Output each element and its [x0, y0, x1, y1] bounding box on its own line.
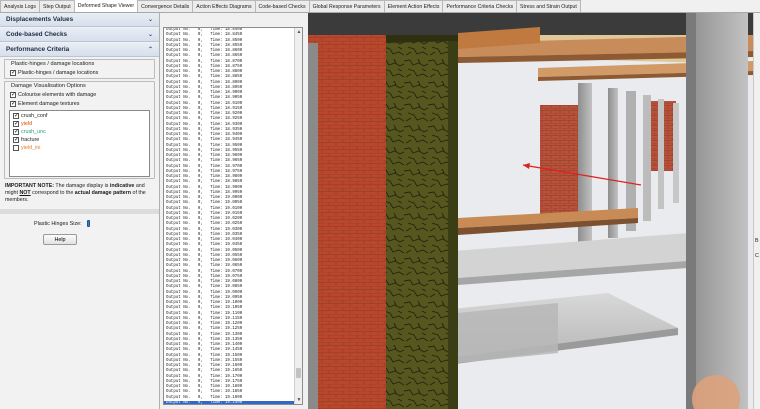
- tab-action-effects-diagrams[interactable]: Action Effects Diagrams: [192, 0, 256, 12]
- plastic-hinges-size-slider[interactable]: [86, 220, 90, 227]
- checkbox-checked-icon[interactable]: [10, 69, 16, 76]
- checkbox-unchecked-icon[interactable]: [13, 145, 19, 151]
- plastic-hinges-size-row: Plastic Hinges Size:: [0, 220, 159, 227]
- important-note: IMPORTANT NOTE: The damage display is in…: [0, 181, 159, 206]
- element-textures-checkbox-label: Element damage textures: [18, 100, 80, 107]
- code-checks-header[interactable]: Code-based Checks ⌄: [0, 28, 159, 42]
- tab-code-based-checks[interactable]: Code-based Checks: [254, 0, 310, 12]
- divider: [0, 209, 159, 214]
- scroll-down-icon[interactable]: ▼: [295, 396, 302, 404]
- tab-element-action-effects[interactable]: Element Action Effects: [383, 0, 444, 12]
- damage-type-label: crush_conf: [21, 113, 48, 119]
- checkbox-checked-icon[interactable]: [13, 136, 19, 143]
- note-prefix: IMPORTANT NOTE:: [5, 183, 55, 189]
- note-actual: actual damage pattern: [74, 190, 132, 196]
- side-label-2: C: [755, 253, 759, 259]
- damage-types-list[interactable]: crush_confyield crush_unc fracture yield_in…: [9, 110, 150, 177]
- chevron-down-icon: ⌄: [147, 32, 153, 38]
- performance-criteria-title: Performance Criteria: [6, 46, 70, 53]
- tab-bar: Analysis Logs Step Output Deformed Shape V…: [0, 0, 760, 13]
- checkbox-checked-icon[interactable]: [10, 100, 16, 107]
- note-text-3: correspond to the: [30, 190, 75, 196]
- output-scrollbar[interactable]: ▲ ▼: [294, 28, 302, 404]
- damage-type-yield-ini[interactable]: yield_ini: [11, 144, 148, 152]
- hinges-checkbox-label: Plastic-hinges / damage locations: [18, 69, 99, 76]
- note-text-1: The damage display is: [54, 183, 110, 189]
- damage-type-label: fracture: [21, 137, 40, 143]
- hinges-group-title: Plastic-hinges / damage locations: [11, 61, 95, 67]
- side-label-1: B: [755, 238, 759, 244]
- help-button[interactable]: Help: [43, 234, 77, 245]
- code-checks-title: Code-based Checks: [6, 31, 68, 38]
- performance-criteria-header[interactable]: Performance Criteria ⌃: [0, 43, 159, 57]
- colourise-checkbox[interactable]: Colourise elements with damage: [5, 90, 154, 99]
- checkbox-checked-icon[interactable]: [13, 112, 19, 119]
- tab-step-output[interactable]: Step Output: [39, 0, 75, 12]
- output-lines: Output No. 0, Time: 18.8400 Output No. 0,…: [164, 28, 302, 404]
- chevron-down-icon: ⌄: [147, 17, 153, 23]
- left-panel: Displacements Values ⌄ Code-based Checks…: [0, 13, 160, 409]
- plastic-hinges-size-label: Plastic Hinges Size:: [34, 220, 82, 227]
- damage-type-yield[interactable]: yield: [11, 120, 148, 128]
- tab-analysis-logs[interactable]: Analysis Logs: [0, 0, 41, 12]
- displacements-values-title: Displacements Values: [6, 16, 74, 23]
- damage-type-crush-unc[interactable]: crush_unc: [11, 128, 148, 136]
- colourise-checkbox-label: Colourise elements with damage: [18, 91, 97, 98]
- structure-render: [308, 13, 753, 409]
- checkbox-checked-icon[interactable]: [13, 128, 19, 135]
- note-not: NOT: [19, 190, 31, 196]
- damage-type-fracture[interactable]: fracture: [11, 136, 148, 144]
- displacements-values-header[interactable]: Displacements Values ⌄: [0, 13, 159, 27]
- scroll-up-icon[interactable]: ▲: [295, 28, 302, 36]
- output-list[interactable]: Output No. 0, Time: 18.8400 Output No. 0,…: [163, 27, 303, 405]
- damage-type-label: yield_ini: [21, 145, 41, 151]
- right-side-panel: B C: [753, 13, 760, 409]
- tab-convergence-details[interactable]: Convergence Details: [137, 0, 194, 12]
- damage-type-label: crush_unc: [21, 129, 46, 135]
- hinges-checkbox[interactable]: Plastic-hinges / damage locations: [5, 68, 154, 77]
- damage-type-crush-conf[interactable]: crush_conf: [11, 112, 148, 120]
- element-textures-checkbox[interactable]: Element damage textures: [5, 99, 154, 108]
- hinges-group: Plastic-hinges / damage locations Plasti…: [4, 59, 155, 79]
- tab-deformed-shape-viewer[interactable]: Deformed Shape Viewer: [73, 0, 139, 12]
- scroll-thumb[interactable]: [296, 368, 301, 378]
- output-line[interactable]: Output No. 0, Time: 19.1400: [164, 400, 302, 404]
- checkbox-checked-icon[interactable]: [13, 120, 19, 127]
- note-indicative: indicative: [109, 183, 135, 189]
- damage-group-title: Damage Visualisation Options: [11, 83, 86, 89]
- damage-type-label: yield: [21, 121, 33, 127]
- tab-global-response-parameters[interactable]: Global Response Parameters: [308, 0, 385, 12]
- damage-options-group: Damage Visualisation Options Colourise e…: [4, 81, 155, 179]
- deformed-shape-viewport[interactable]: [308, 13, 753, 409]
- tab-stress-and-strain-output[interactable]: Stress and Strain Output: [516, 0, 581, 12]
- checkbox-checked-icon[interactable]: [10, 91, 16, 98]
- chevron-up-icon: ⌃: [147, 47, 153, 53]
- tab-performance-criteria-checks[interactable]: Performance Criteria Checks: [442, 0, 518, 12]
